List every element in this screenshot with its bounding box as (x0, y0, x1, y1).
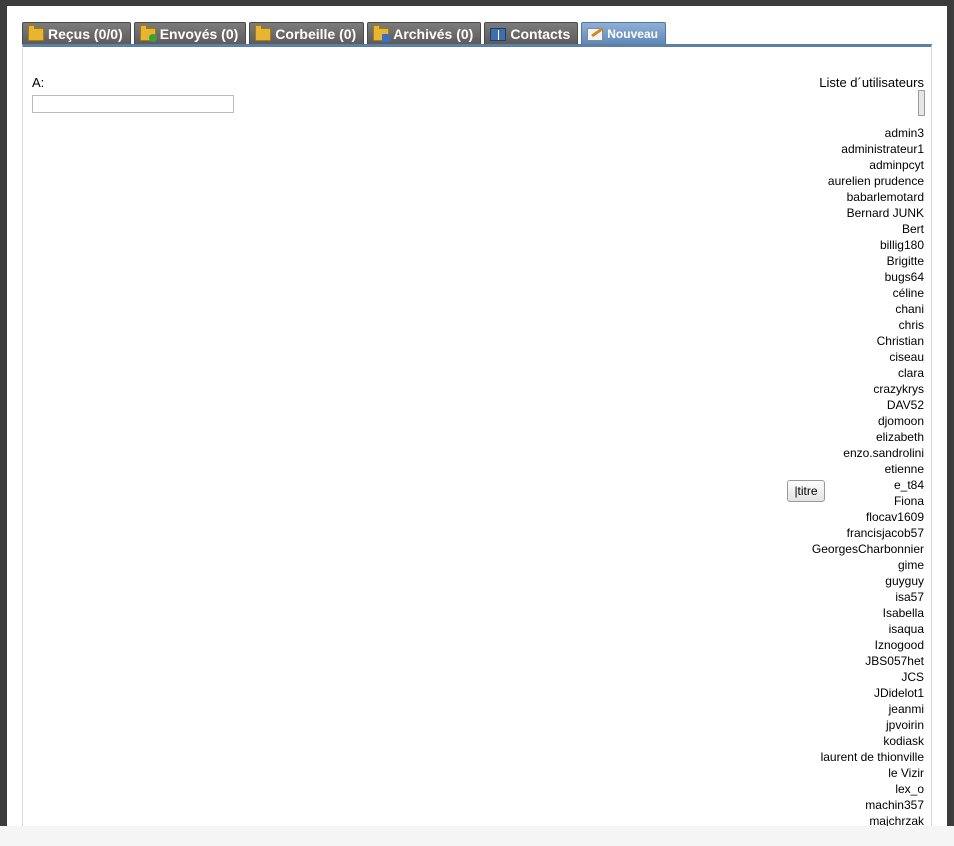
sent-folder-icon (139, 24, 157, 42)
user-list-item[interactable]: machin357 (812, 797, 924, 813)
compose-panel: A: Liste d´utilisateurs admin3 administra… (22, 44, 932, 846)
title-button[interactable]: |titre (787, 480, 825, 502)
mailbox-tabs: Reçus (0/0) Envoyés (0) Corbeille (0) Ar… (22, 22, 666, 45)
user-list-item[interactable]: JBS057het (812, 653, 924, 669)
user-list-item[interactable]: kodiask (812, 733, 924, 749)
user-list-item[interactable]: djomoon (812, 413, 924, 429)
tab-trash[interactable]: Corbeille (0) (249, 22, 365, 45)
tab-sent-label: Envoyés (0) (159, 26, 239, 42)
user-list-item[interactable]: Bernard JUNK (812, 205, 924, 221)
tab-contacts-label: Contacts (510, 26, 571, 42)
main-window: Reçus (0/0) Envoyés (0) Corbeille (0) Ar… (7, 6, 947, 846)
tab-new-label: Nouveau (607, 27, 658, 41)
tab-received-label: Reçus (0/0) (48, 26, 123, 42)
user-list-item[interactable]: francisjacob57 (812, 525, 924, 541)
tab-archived-label: Archivés (0) (393, 26, 474, 42)
bottom-bar (0, 826, 954, 846)
user-list-item[interactable]: billig180 (812, 237, 924, 253)
user-list-item[interactable]: gime (812, 557, 924, 573)
user-list-item[interactable]: chris (812, 317, 924, 333)
trash-folder-icon (255, 24, 272, 41)
user-list-item[interactable]: babarlemotard (812, 189, 924, 205)
user-list-item[interactable]: Isabella (812, 605, 924, 621)
user-list-item[interactable]: jpvoirin (812, 717, 924, 733)
user-list-item[interactable]: Iznogood (812, 637, 924, 653)
user-list-item[interactable]: etienne (812, 461, 924, 477)
user-list-item[interactable]: céline (812, 285, 924, 301)
user-list-item[interactable]: JCS (812, 669, 924, 685)
user-list-item[interactable]: flocav1609 (812, 509, 924, 525)
tab-trash-label: Corbeille (0) (275, 26, 357, 42)
tab-contacts[interactable]: Contacts (484, 22, 579, 45)
tab-new[interactable]: Nouveau (581, 22, 666, 45)
user-list-item[interactable]: enzo.sandrolini (812, 445, 924, 461)
user-list-item[interactable]: adminpcyt (812, 157, 924, 173)
user-list-item[interactable]: Fiona (812, 493, 924, 509)
inbox-folder-icon (28, 24, 44, 41)
user-list-item[interactable]: le Vizir (812, 765, 924, 781)
user-list-scroll-handle[interactable] (918, 90, 925, 116)
recipient-label: A: (32, 75, 45, 90)
user-list-item[interactable]: Bert (812, 221, 924, 237)
user-list-item[interactable]: crazykrys (812, 381, 924, 397)
user-list-item[interactable]: DAV52 (812, 397, 924, 413)
user-list-label: Liste d´utilisateurs (819, 75, 924, 90)
user-list-item[interactable]: jeanmi (812, 701, 924, 717)
user-list-item[interactable]: isa57 (812, 589, 924, 605)
user-list-item[interactable]: guyguy (812, 573, 924, 589)
new-message-icon (587, 27, 604, 41)
user-list-item[interactable]: GeorgesCharbonnier (812, 541, 924, 557)
tab-archived[interactable]: Archivés (0) (367, 22, 482, 45)
tab-received[interactable]: Reçus (0/0) (22, 22, 131, 45)
user-list-item[interactable]: Christian (812, 333, 924, 349)
recipient-input[interactable] (32, 95, 234, 113)
contacts-book-icon (490, 27, 507, 41)
user-list-item[interactable]: Brigitte (812, 253, 924, 269)
user-list-item[interactable]: bugs64 (812, 269, 924, 285)
user-list-item[interactable]: e_t84 (812, 477, 924, 493)
user-list-item[interactable]: admin3 (812, 125, 924, 141)
user-list-item[interactable]: lex_o (812, 781, 924, 797)
user-list-item[interactable]: chani (812, 301, 924, 317)
user-list-item[interactable]: ciseau (812, 349, 924, 365)
user-list-item[interactable]: aurelien prudence (812, 173, 924, 189)
user-list-item[interactable]: laurent de thionville (812, 749, 924, 765)
archive-folder-icon (373, 24, 391, 42)
user-list-item[interactable]: JDidelot1 (812, 685, 924, 701)
user-list-item[interactable]: administrateur1 (812, 141, 924, 157)
user-list-item[interactable]: isaqua (812, 621, 924, 637)
tab-sent[interactable]: Envoyés (0) (133, 22, 247, 45)
user-list-item[interactable]: elizabeth (812, 429, 924, 445)
user-list-item[interactable]: clara (812, 365, 924, 381)
user-list: admin3 administrateur1 adminpcyt aurelien p… (812, 125, 924, 829)
